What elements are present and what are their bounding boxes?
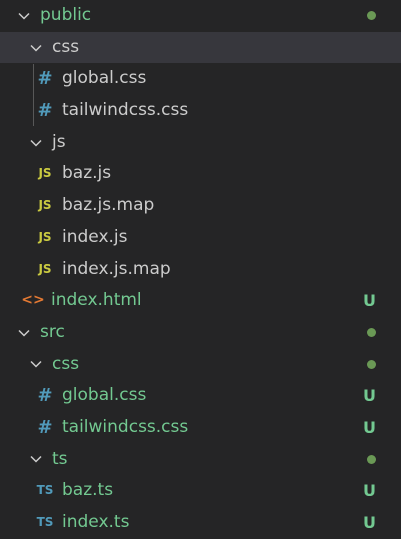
chevron-down-icon[interactable] — [26, 127, 46, 159]
css-hash-icon: # — [37, 416, 53, 438]
file-row-index-js-map[interactable]: JS index.js.map — [0, 254, 401, 286]
file-row-baz-js-map[interactable]: JS baz.js.map — [0, 190, 401, 222]
untracked-badge: U — [363, 513, 376, 532]
file-label: index.js — [62, 226, 128, 247]
modified-dot-indicator — [367, 11, 376, 20]
folder-row-public[interactable]: public — [0, 0, 401, 32]
file-row-global-css[interactable]: # global.css U — [0, 380, 401, 412]
file-label: baz.js — [62, 163, 112, 184]
css-hash-icon: # — [37, 385, 53, 407]
css-hash-icon: # — [37, 100, 53, 122]
folder-label: ts — [52, 448, 68, 469]
file-explorer-tree: public css # global.css # tailwindcss.cs… — [0, 0, 401, 539]
file-label: tailwindcss.css — [62, 100, 189, 121]
file-row-tailwindcss-css[interactable]: # tailwindcss.css — [0, 95, 401, 127]
ts-file-icon: TS — [36, 483, 54, 498]
folder-label: src — [40, 321, 65, 342]
untracked-badge: U — [363, 291, 376, 311]
file-row-baz-ts[interactable]: TS baz.ts U — [0, 475, 401, 507]
file-label: index.ts — [62, 512, 130, 532]
file-row-tailwindcss-css[interactable]: # tailwindcss.css U — [0, 412, 401, 444]
file-label: global.css — [62, 68, 147, 89]
file-row-index-ts[interactable]: TS index.ts U — [0, 507, 401, 539]
js-file-icon: JS — [38, 198, 52, 213]
folder-row-js[interactable]: js — [0, 127, 401, 159]
file-label: baz.js.map — [62, 195, 155, 216]
file-row-index-js[interactable]: JS index.js — [0, 222, 401, 254]
ts-file-icon: TS — [36, 515, 54, 529]
untracked-badge: U — [363, 386, 376, 406]
chevron-down-icon[interactable] — [14, 0, 34, 32]
js-file-icon: JS — [38, 166, 52, 181]
modified-dot-indicator — [367, 359, 376, 369]
untracked-badge: U — [363, 481, 376, 501]
folder-row-css[interactable]: css — [0, 349, 401, 381]
folder-label: css — [52, 353, 80, 374]
chevron-down-icon[interactable] — [14, 317, 34, 349]
file-label: index.html — [51, 290, 142, 311]
file-row-baz-js[interactable]: JS baz.js — [0, 158, 401, 190]
css-hash-icon: # — [37, 68, 53, 90]
folder-label: css — [52, 36, 80, 57]
untracked-badge: U — [363, 417, 376, 437]
chevron-down-icon[interactable] — [26, 349, 46, 381]
folder-label: public — [40, 5, 92, 25]
folder-label: js — [52, 131, 66, 152]
file-row-global-css[interactable]: # global.css — [0, 63, 401, 95]
file-row-index-html[interactable]: <> index.html U — [0, 285, 401, 317]
file-label: global.css — [62, 385, 147, 406]
folder-row-ts[interactable]: ts — [0, 444, 401, 476]
html-file-icon: <> — [21, 292, 45, 309]
chevron-down-icon[interactable] — [26, 444, 46, 476]
file-label: index.js.map — [62, 258, 171, 279]
modified-dot-indicator — [367, 327, 376, 337]
file-label: tailwindcss.css — [62, 416, 189, 437]
folder-row-css[interactable]: css — [0, 31, 401, 64]
folder-row-src[interactable]: src — [0, 317, 401, 349]
chevron-down-icon[interactable] — [26, 32, 46, 64]
js-file-icon: JS — [38, 261, 52, 276]
js-file-icon: JS — [38, 229, 52, 244]
modified-dot-indicator — [367, 454, 376, 464]
file-label: baz.ts — [62, 480, 114, 501]
